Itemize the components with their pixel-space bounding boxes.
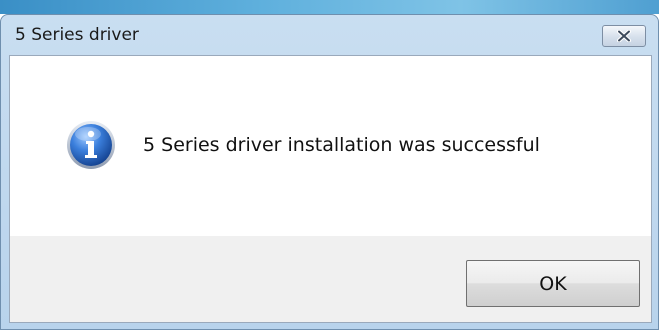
- ok-button[interactable]: OK: [466, 260, 640, 307]
- dialog-message: 5 Series driver installation was success…: [143, 134, 540, 156]
- message-area: 5 Series driver installation was success…: [10, 56, 651, 236]
- close-button[interactable]: [602, 25, 646, 47]
- info-icon: [67, 121, 115, 169]
- close-icon: [617, 30, 631, 42]
- title-bar[interactable]: 5 Series driver: [1, 15, 658, 55]
- desktop-background: [0, 0, 659, 14]
- window-title: 5 Series driver: [15, 25, 139, 45]
- button-area: OK: [10, 236, 651, 322]
- dialog-client-area: 5 Series driver installation was success…: [9, 55, 652, 323]
- dialog-window: 5 Series driver 5 Series driver installa…: [0, 14, 659, 330]
